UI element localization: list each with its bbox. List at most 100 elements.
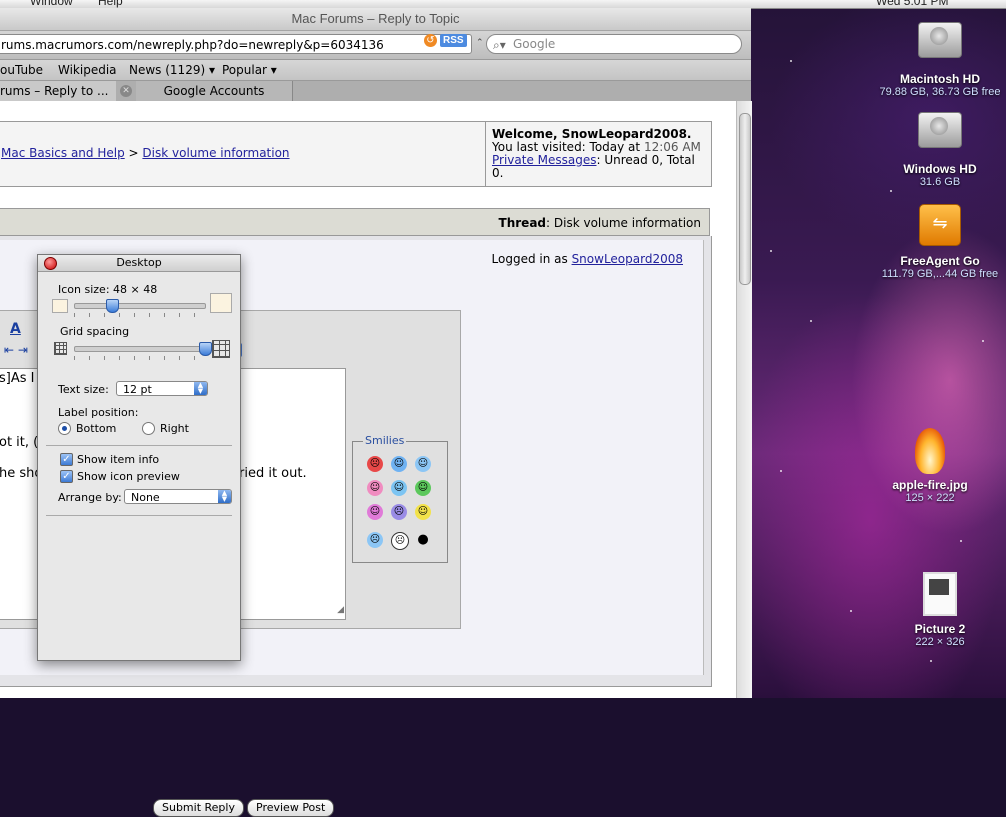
happy-smiley-icon[interactable]: ☺ <box>391 456 407 472</box>
smilies-label: Smilies <box>363 434 407 447</box>
large-icon-icon <box>210 293 232 313</box>
bookmark-popular[interactable]: Popular ▾ <box>222 60 277 80</box>
desktop-icon-name: apple-fire.jpg <box>892 478 968 492</box>
window-title: Mac Forums – Reply to Topic <box>0 8 751 31</box>
label-right-radio[interactable] <box>142 422 155 435</box>
desktop-icon-windows-hd[interactable]: Windows HD 31.6 GB <box>870 106 1006 188</box>
desktop-icon-name: Picture 2 <box>914 622 966 636</box>
grid-spacing-track[interactable] <box>74 346 206 352</box>
label-bottom-radio[interactable] <box>58 422 71 435</box>
text-size-value: 12 pt <box>123 383 152 396</box>
large-grid-icon <box>212 340 230 358</box>
private-messages-link[interactable]: Private Messages <box>492 153 597 167</box>
breadcrumb-mac-basics[interactable]: Mac Basics and Help <box>1 146 125 160</box>
last-visited-label: You last visited: Today at <box>492 140 644 154</box>
wink-smiley-icon[interactable]: ☺ <box>391 480 407 496</box>
grid-spacing-ticks <box>74 356 204 360</box>
arrange-by-popup[interactable]: None ▲ ▼ <box>124 489 232 504</box>
desktop-icon-info: 79.88 GB, 36.73 GB free <box>879 86 1001 98</box>
grin-smiley-icon[interactable]: ☺ <box>415 480 431 496</box>
rss-button[interactable]: RSS <box>440 34 467 47</box>
message-line: he sho <box>0 466 43 481</box>
address-toolbar: rums.macrumors.com/newreply.php?do=newre… <box>0 31 751 60</box>
menu-window[interactable]: Window <box>30 0 73 8</box>
icon-size-track[interactable] <box>74 303 206 309</box>
breadcrumb: Mac Basics and Help > Disk volume inform… <box>1 146 290 160</box>
desktop-icon-name: Macintosh HD <box>899 72 980 86</box>
small-icon-icon <box>52 299 68 313</box>
snapback-icon[interactable]: ↺ <box>424 34 437 47</box>
logged-in-label: Logged in as <box>491 252 572 266</box>
menu-help[interactable]: Help <box>98 0 123 8</box>
cool-smiley-icon[interactable]: ☺ <box>415 456 431 472</box>
show-item-info-label: Show item info <box>77 453 160 466</box>
thread-header: Thread: Disk volume information <box>0 208 710 236</box>
desktop-icon-name: Windows HD <box>903 162 977 176</box>
divider <box>46 515 232 516</box>
grid-spacing-slider-knob[interactable] <box>198 342 212 356</box>
label-right-text: Right <box>160 422 189 435</box>
icon-size-slider-knob[interactable] <box>105 299 119 313</box>
logged-in-user-link[interactable]: SnowLeopard2008 <box>572 252 683 266</box>
icon-size-label: Icon size: 48 × 48 <box>58 283 158 296</box>
breadcrumb-thread[interactable]: Disk volume information <box>142 146 289 160</box>
desktop-icon-info: 125 × 222 <box>905 492 955 504</box>
show-icon-preview-label: Show icon preview <box>77 470 180 483</box>
chevron-up-icon: ⌃ <box>476 37 484 47</box>
sad-smiley-icon[interactable]: ☹ <box>391 504 407 520</box>
arrange-by-value: None <box>131 491 160 504</box>
scrollbar-thumb[interactable] <box>739 113 751 285</box>
bookmark-wikipedia[interactable]: Wikipedia <box>58 60 117 80</box>
search-field[interactable]: ⌕▾ Google <box>486 34 742 54</box>
eek-smiley-icon[interactable]: ☹ <box>391 532 409 550</box>
popup-arrows-icon: ▲ ▼ <box>194 382 207 395</box>
hard-drive-icon <box>918 112 962 160</box>
logged-in-info: Logged in as SnowLeopard2008 <box>492 252 683 266</box>
search-icon: ⌕▾ <box>493 38 506 52</box>
resize-grip-icon[interactable]: ◢ <box>337 602 344 618</box>
show-icon-preview-checkbox[interactable]: ✓ <box>60 470 73 483</box>
close-tab-icon[interactable]: ✕ <box>120 85 132 97</box>
tongue-smiley-icon[interactable]: ☺ <box>367 480 383 496</box>
submit-reply-button[interactable]: Submit Reply <box>153 799 244 817</box>
tab-google-accounts[interactable]: Google Accounts <box>136 81 293 101</box>
apple-smiley-icon[interactable]: ● <box>415 532 431 548</box>
desktop-icon-macintosh-hd[interactable]: Macintosh HD 79.88 GB, 36.73 GB free <box>870 16 1006 98</box>
hard-drive-icon <box>918 22 962 70</box>
smilies-box: Smilies ☹ ☺ ☺ ☺ ☺ ☺ ☺ ☹ ☺ ☹ ☹ ● <box>352 434 448 563</box>
url-field[interactable]: rums.macrumors.com/newreply.php?do=newre… <box>0 34 472 54</box>
icon-size-ticks <box>74 313 204 317</box>
text-size-popup[interactable]: 12 pt ▲ ▼ <box>116 381 208 396</box>
menu-clock[interactable]: Wed 5:01 PM <box>876 0 948 8</box>
indent-icon[interactable]: ⇤ ⇥ <box>4 343 28 357</box>
desktop-icon-apple-fire[interactable]: apple-fire.jpg 125 × 222 <box>860 428 1000 504</box>
show-item-info-checkbox[interactable]: ✓ <box>60 453 73 466</box>
desktop-view-options-panel: Desktop Icon size: 48 × 48 Grid spacing … <box>37 254 241 661</box>
bookmark-news[interactable]: News (1129) ▾ <box>129 60 215 80</box>
smile-smiley-icon[interactable]: ☺ <box>415 504 431 520</box>
popup-arrows-icon: ▲ ▼ <box>218 490 231 503</box>
label-position-label: Label position: <box>58 406 139 419</box>
preview-post-button[interactable]: Preview Post <box>247 799 335 817</box>
blush-smiley-icon[interactable]: ☺ <box>367 504 383 520</box>
bookmark-youtube[interactable]: ouTube <box>0 60 43 80</box>
screenshot-file-icon <box>918 572 962 620</box>
font-color-icon[interactable]: A <box>10 321 21 337</box>
desktop-icon-name: FreeAgent Go <box>900 254 980 268</box>
search-placeholder: Google <box>513 37 556 51</box>
desktop-background: Macintosh HD 79.88 GB, 36.73 GB free Win… <box>750 0 1006 698</box>
close-button[interactable] <box>44 257 57 270</box>
usb-drive-icon <box>918 204 962 252</box>
breadcrumb-separator: > <box>128 146 139 160</box>
text-size-label: Text size: <box>58 383 109 396</box>
thread-label: Thread <box>498 216 547 230</box>
tab-reply-to-topic[interactable]: rums – Reply to ... <box>0 81 116 101</box>
confused-smiley-icon[interactable]: ☹ <box>367 532 383 548</box>
angry-smiley-icon[interactable]: ☹ <box>367 456 383 472</box>
desktop-icon-info: 111.79 GB,...44 GB free <box>881 268 999 280</box>
desktop-icon-freeagent-go[interactable]: FreeAgent Go 111.79 GB,...44 GB free <box>870 200 1006 280</box>
desktop-icon-picture-2[interactable]: Picture 2 222 × 326 <box>870 570 1006 648</box>
vertical-scrollbar[interactable] <box>736 101 752 698</box>
navigation-box: Mac Basics and Help > Disk volume inform… <box>0 121 712 187</box>
welcome-panel: Welcome, SnowLeopard2008. You last visit… <box>485 122 711 186</box>
